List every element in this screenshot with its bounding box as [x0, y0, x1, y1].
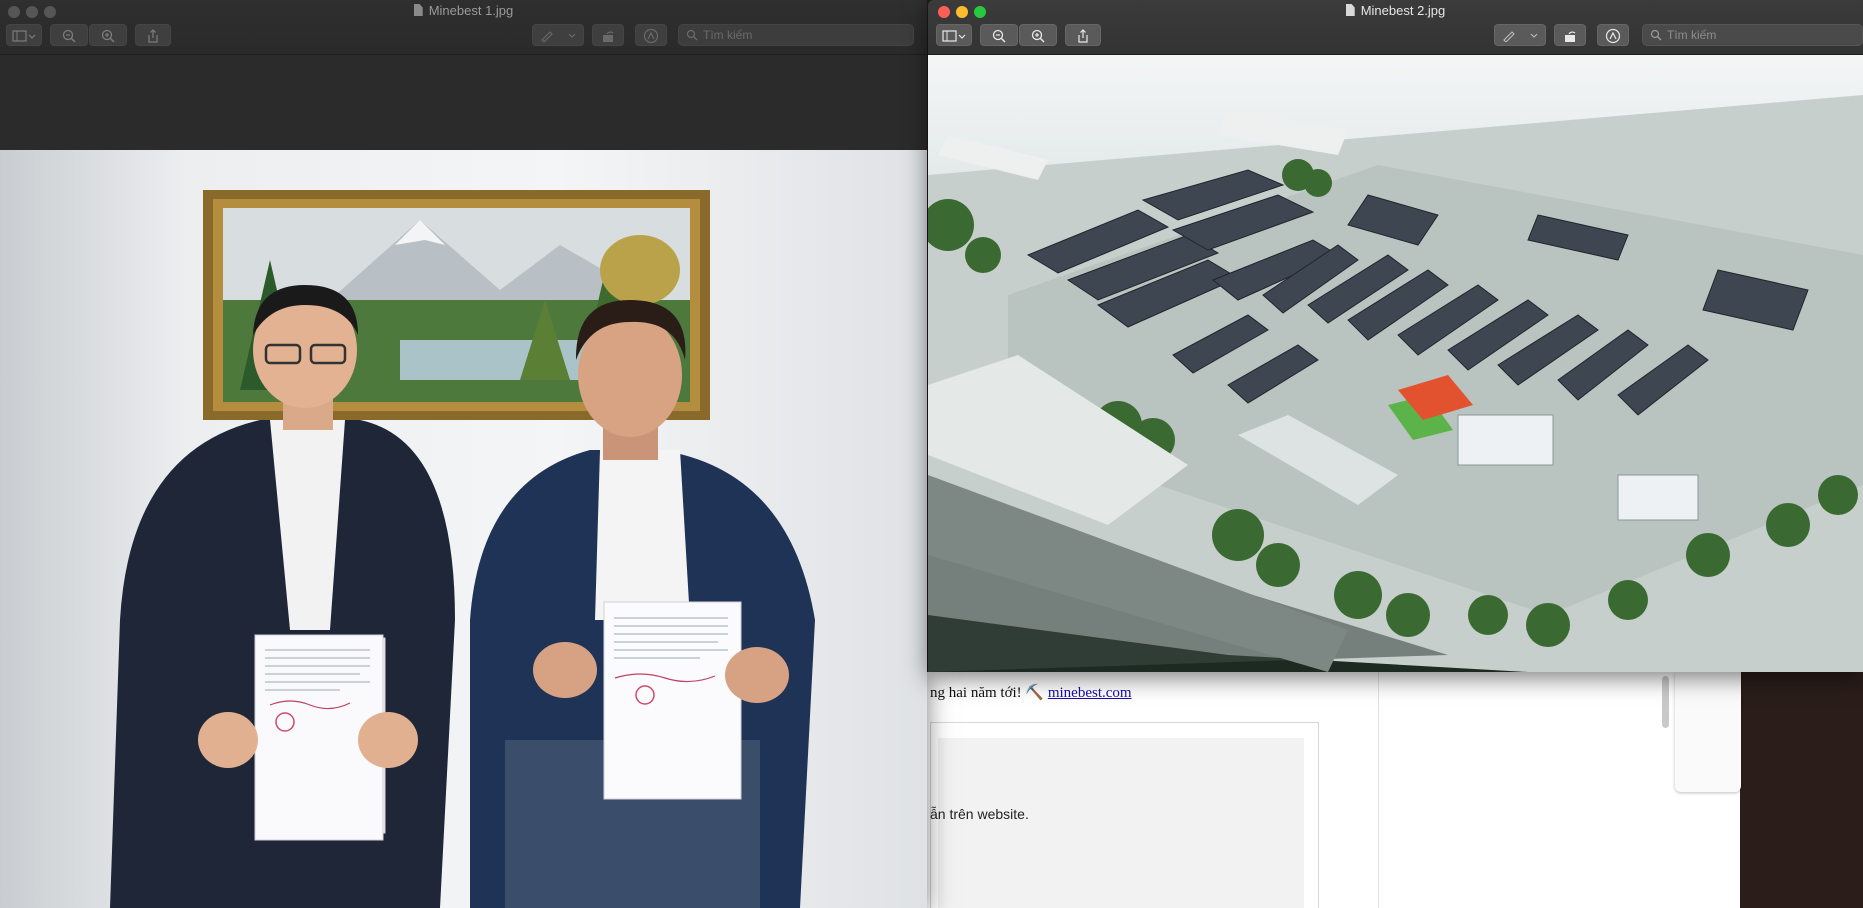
window-2-title: Minebest 2.jpg [928, 3, 1863, 18]
sidebar-toggle-button[interactable] [6, 24, 42, 46]
markup-button[interactable] [635, 24, 667, 46]
zoom-in-icon [101, 29, 115, 43]
zoom-in-button[interactable] [89, 24, 127, 46]
window-1-title: Minebest 1.jpg [0, 3, 927, 18]
window-1-titlebar[interactable]: Minebest 1.jpg Tìm kiếm [0, 0, 927, 55]
right-man-shirt [595, 450, 690, 620]
meeting-photo [0, 150, 927, 908]
window-1-title-text: Minebest 1.jpg [428, 3, 514, 18]
sidebar-toggle-button[interactable] [936, 24, 972, 46]
rotate-icon [1565, 31, 1576, 42]
search-field[interactable]: Tìm kiếm [1642, 24, 1863, 46]
preview-window-1: Minebest 1.jpg Tìm kiếm [0, 0, 927, 908]
markup-pen-button[interactable] [532, 24, 584, 46]
search-icon [686, 29, 698, 41]
zoom-out-icon [62, 29, 76, 43]
background-scrollbar[interactable] [1662, 676, 1669, 728]
background-text-line-2: ẫn trên website. [930, 806, 1029, 822]
zoom-out-button[interactable] [50, 24, 88, 46]
rotate-button[interactable] [1554, 24, 1586, 46]
right-signed-document [603, 601, 742, 800]
share-icon [1078, 28, 1088, 43]
office-building [1457, 414, 1554, 466]
rotate-button[interactable] [592, 24, 624, 46]
pen-icon [1503, 30, 1538, 43]
rotate-icon [603, 31, 614, 42]
factory-render-drawing [928, 55, 1863, 672]
sidebar-icon [12, 29, 36, 42]
markup-icon [1605, 28, 1621, 43]
window-2-titlebar[interactable]: Minebest 2.jpg Tìm kiếm [928, 0, 1863, 55]
share-button[interactable] [1065, 24, 1101, 46]
search-field[interactable]: Tìm kiếm [678, 24, 914, 46]
background-text: ng hai năm tới! ⛏️ [930, 685, 1045, 701]
search-placeholder: Tìm kiếm [1667, 28, 1717, 42]
sidebar-icon [942, 29, 966, 42]
share-button[interactable] [135, 24, 171, 46]
meeting-photo-drawing [110, 190, 815, 908]
zoom-out-button[interactable] [980, 24, 1018, 46]
markup-pen-button[interactable] [1494, 24, 1546, 46]
search-placeholder: Tìm kiếm [703, 28, 753, 42]
background-text-line: ng hai năm tới! ⛏️ minebest.com [930, 683, 1132, 702]
background-card-inner [938, 738, 1304, 908]
factory-aerial-render [928, 55, 1863, 672]
background-sidebar [1378, 672, 1676, 908]
search-icon [1650, 29, 1662, 41]
window-2-title-text: Minebest 2.jpg [1360, 3, 1446, 18]
markup-button[interactable] [1597, 24, 1629, 46]
zoom-out-icon [992, 29, 1006, 43]
window-1-canvas-margin [0, 55, 927, 150]
pen-icon [541, 30, 576, 43]
markup-icon [643, 28, 659, 43]
preview-window-2: Minebest 2.jpg Tìm kiếm [928, 0, 1863, 672]
share-icon [148, 28, 158, 43]
document-icon [1345, 4, 1355, 16]
minebest-link[interactable]: minebest.com [1048, 685, 1132, 701]
zoom-in-button[interactable] [1019, 24, 1057, 46]
document-icon [413, 4, 423, 16]
background-popup [1675, 672, 1741, 792]
desktop: ng hai năm tới! ⛏️ minebest.com ẫn trên … [0, 0, 1863, 908]
zoom-in-icon [1031, 29, 1045, 43]
